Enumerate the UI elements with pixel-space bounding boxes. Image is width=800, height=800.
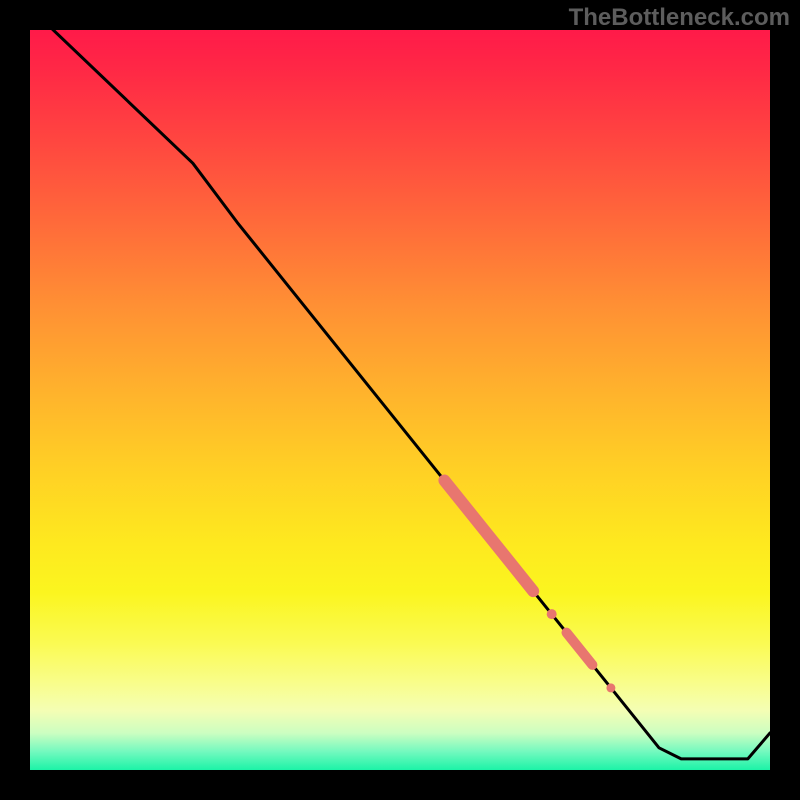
highlight-layer [444, 480, 615, 692]
highlight-segment-2 [567, 633, 593, 665]
chart-svg [30, 30, 770, 770]
plot-area [30, 30, 770, 770]
highlight-segment-1 [444, 480, 533, 591]
chart-frame: TheBottleneck.com [0, 0, 800, 800]
highlight-dot-2 [606, 683, 615, 692]
highlight-dot-1 [547, 609, 557, 619]
watermark-text: TheBottleneck.com [569, 4, 790, 32]
curve-layer [30, 30, 770, 759]
bottleneck-curve [30, 30, 770, 759]
